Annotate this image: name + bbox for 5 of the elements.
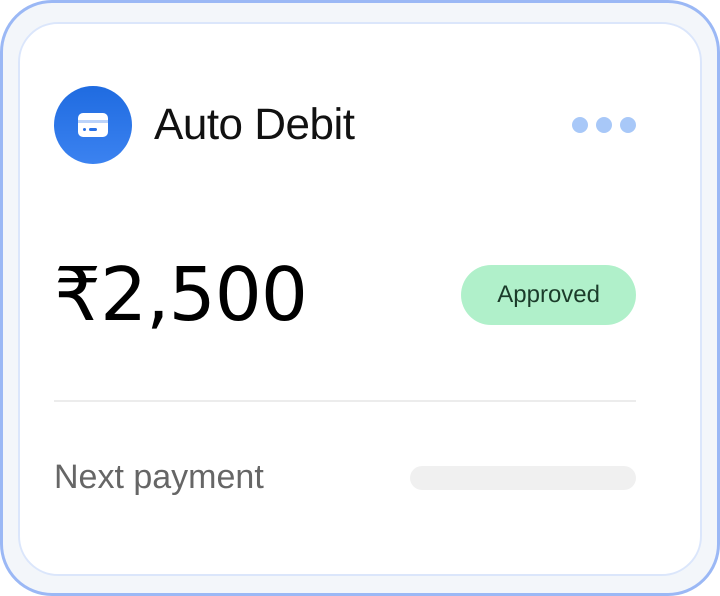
status-badge: Approved	[461, 265, 636, 325]
more-icon[interactable]	[572, 117, 636, 133]
next-payment-label: Next payment	[54, 458, 264, 497]
amount: ₹2,500	[54, 252, 307, 338]
card-title: Auto Debit	[154, 100, 356, 150]
